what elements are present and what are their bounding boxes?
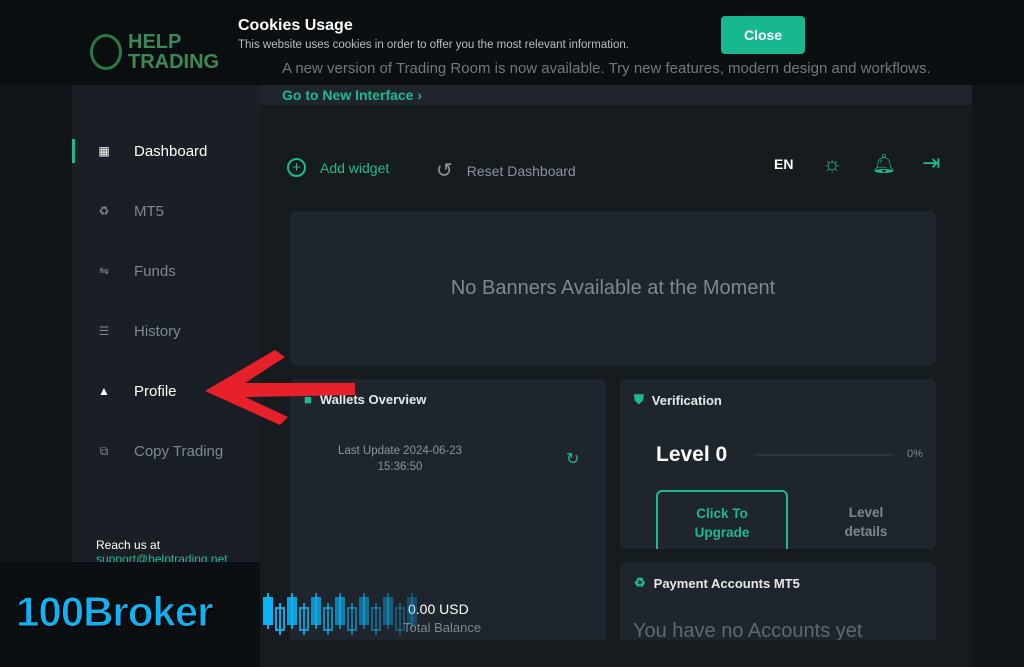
level-details-link[interactable]: Level details — [826, 503, 906, 541]
copy-icon: ⧉ — [99, 443, 109, 458]
add-widget-button[interactable]: + Add widget — [287, 158, 389, 177]
banner-card: No Banners Available at the Moment — [290, 211, 936, 366]
grid-icon: ▦ — [98, 144, 110, 158]
payment-title: Payment Accounts MT5 — [653, 575, 800, 591]
sidebar-item-copy-trading[interactable]: ⧉ Copy Trading — [72, 436, 260, 466]
candle-body — [335, 597, 345, 625]
verification-title: Verification — [651, 392, 722, 408]
candle-body — [287, 597, 297, 625]
shield-icon: ⛊ — [634, 392, 644, 407]
sidebar-item-mt5[interactable]: ♻ MT5 — [72, 196, 260, 226]
history-refresh-icon[interactable]: ↻ — [566, 449, 579, 469]
payment-accounts-card: ♻ Payment Accounts MT5 You have no Accoun… — [620, 562, 936, 652]
new-interface-link[interactable]: Go to New Interface › — [282, 87, 422, 103]
bell-icon[interactable]: 🔔︎ — [872, 152, 896, 176]
candle-body — [383, 597, 393, 625]
cookie-close-button[interactable]: Close — [721, 16, 805, 54]
support-email-link[interactable]: support@helptrading.net — [96, 552, 228, 562]
announcement-text: A new version of Trading Room is now ava… — [282, 60, 931, 77]
logout-icon[interactable]: ⇥ — [922, 150, 940, 176]
upgrade-button[interactable]: Click To Upgrade — [656, 490, 788, 549]
candle-body — [407, 597, 417, 625]
language-selector[interactable]: EN — [774, 156, 793, 172]
reach-us-label: Reach us at — [96, 538, 161, 552]
user-icon: ▲ — [98, 384, 110, 398]
verification-level: Level 0 — [656, 443, 728, 466]
transfer-icon: ⇋ — [98, 264, 110, 278]
sun-icon[interactable]: ☼ — [822, 151, 842, 177]
main-bottom — [260, 640, 972, 667]
watermark-candles — [263, 593, 417, 635]
watermark-logo: 100Broker — [15, 588, 213, 636]
cookie-text: This website uses cookies in order to of… — [238, 39, 629, 51]
candle-body — [311, 597, 321, 625]
recycle-icon: ♻ — [634, 575, 646, 590]
reset-icon: ↺ — [436, 160, 453, 182]
last-update: Last Update 2024-06-23 15:36:50 — [337, 445, 463, 473]
sidebar-item-dashboard[interactable]: ▦ Dashboard — [72, 136, 260, 166]
verification-percent: 0% — [907, 448, 923, 460]
candle-body — [263, 597, 273, 625]
candle-body — [359, 597, 369, 625]
recycle-icon: ♻ — [98, 204, 110, 218]
verification-card: ⛊ Verification Level 0 0% Click To Upgrad… — [620, 379, 936, 549]
cookie-title: Cookies Usage — [238, 17, 353, 34]
logo: HELP TRADING — [90, 32, 219, 72]
verification-progress-bar — [754, 454, 894, 456]
sidebar-item-funds[interactable]: ⇋ Funds — [72, 256, 260, 286]
sidebar-item-history[interactable]: ☰ History — [72, 316, 260, 346]
plus-circle-icon: + — [287, 158, 306, 177]
no-banners-text: No Banners Available at the Moment — [450, 277, 776, 299]
list-icon: ☰ — [98, 324, 110, 338]
red-arrow-annotation — [205, 350, 355, 425]
reset-dashboard-button[interactable]: ↺ Reset Dashboard — [436, 158, 576, 183]
